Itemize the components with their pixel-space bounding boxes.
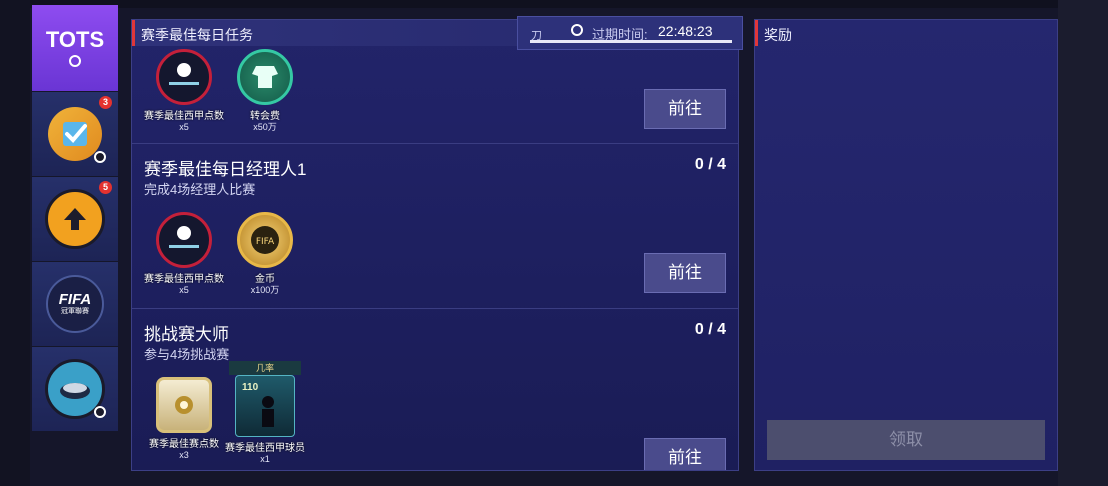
expiry-timer: 刀 过期时间: 22:48:23 [517, 16, 743, 50]
mission-title: 赛季最佳每日经理人1 [144, 160, 307, 179]
laliga-points-icon [156, 212, 212, 268]
top-edge [0, 0, 1108, 8]
go-button[interactable]: 前往 [644, 438, 726, 470]
reward-name: 金币 [255, 274, 275, 285]
reward-quantity: x5 [179, 285, 189, 295]
reward-panel-title: 奖励 [764, 27, 792, 43]
reward-quantity: x100万 [250, 285, 280, 295]
fifa-logo-text: FIFA [58, 291, 92, 308]
fifa-logo-sub: 冠軍聯賽 [61, 308, 89, 315]
laliga-points-icon [156, 49, 212, 105]
tots-logo: TOTS [45, 27, 105, 52]
nav-item-upgrade[interactable]: 5 [32, 177, 118, 261]
reward-panel-header: 奖励 [755, 20, 1057, 46]
transfer-fee-icon [237, 49, 293, 105]
notification-badge: 5 [99, 181, 112, 194]
coin-icon: FIFA [237, 212, 293, 268]
shield-points-icon [156, 377, 212, 433]
panel-title: 赛季最佳每日任务 [141, 27, 253, 43]
nav-item-tots[interactable]: TOTS [32, 5, 118, 91]
mission-title: 挑战赛大师 [144, 325, 229, 344]
notification-badge: 3 [99, 96, 112, 109]
clock-icon [94, 406, 106, 418]
reward-item[interactable]: 赛季最佳西甲点数 x5 [144, 49, 224, 132]
reward-quantity: x3 [179, 450, 189, 460]
reward-panel: 奖励 领取 [754, 19, 1058, 471]
fifa-league-icon: FIFA 冠軍聯賽 [46, 275, 104, 333]
daily-mission-panel: 赛季最佳每日任务 赛季最佳西甲点数 x5 转会费 x50万 前往 赛季最佳每日经… [131, 19, 739, 471]
stadium-icon [45, 359, 106, 419]
mission-description: 完成4场经理人比赛 [144, 182, 256, 197]
go-button[interactable]: 前往 [644, 89, 726, 129]
reward-name: 赛季最佳赛点数 [149, 439, 219, 450]
arrow-up-icon [45, 189, 105, 249]
reward-quantity: x50万 [253, 122, 277, 132]
nav-item-stadium[interactable] [32, 347, 118, 431]
mission-item: 挑战赛大师 参与4场挑战赛 0 / 4 赛季最佳赛点数 x3 几率 110 赛季… [132, 308, 738, 470]
reward-item[interactable]: 几率 110 赛季最佳西甲球员 x1 [225, 361, 305, 464]
nav-item-fifa-league[interactable]: FIFA 冠軍聯賽 [32, 262, 118, 346]
reward-item[interactable]: 赛季最佳西甲点数 x5 [144, 212, 224, 295]
player-card-icon: 110 [235, 375, 295, 437]
card-rating: 110 [242, 382, 259, 393]
reward-name: 赛季最佳西甲点数 [144, 274, 224, 285]
timer-value: 22:48:23 [658, 23, 713, 39]
nav-item-tasks[interactable]: 3 [32, 92, 118, 176]
reward-name: 赛季最佳西甲点数 [144, 111, 224, 122]
mission-progress: 0 / 4 [694, 156, 726, 173]
mission-item: 赛季最佳西甲点数 x5 转会费 x50万 前往 [132, 46, 738, 143]
side-nav: TOTS 3 5 FIFA 冠軍聯賽 [32, 5, 118, 432]
reward-name: 赛季最佳西甲球员 [225, 443, 305, 454]
probability-tag: 几率 [229, 361, 301, 375]
mission-item: 赛季最佳每日经理人1 完成4场经理人比赛 0 / 4 赛季最佳西甲点数 x5 F… [132, 143, 738, 308]
mission-description: 参与4场挑战赛 [144, 347, 230, 362]
left-edge [0, 0, 30, 486]
reward-item[interactable]: FIFA 金币 x100万 [225, 212, 305, 295]
timer-progress-bar [530, 40, 732, 43]
mission-progress: 0 / 4 [694, 321, 726, 338]
reward-quantity: x1 [260, 454, 270, 464]
claim-button[interactable]: 领取 [767, 420, 1045, 460]
stopwatch-icon [571, 24, 583, 36]
reward-name: 转会费 [250, 111, 280, 122]
right-edge [1058, 0, 1108, 486]
clock-icon [94, 151, 106, 163]
reward-quantity: x5 [179, 122, 189, 132]
timer-icon [68, 55, 81, 67]
reward-item[interactable]: 赛季最佳赛点数 x3 [144, 377, 224, 460]
go-button[interactable]: 前往 [644, 253, 726, 293]
reward-item[interactable]: 转会费 x50万 [225, 49, 305, 132]
checklist-icon [48, 107, 106, 163]
svg-text:FIFA: FIFA [256, 237, 275, 247]
